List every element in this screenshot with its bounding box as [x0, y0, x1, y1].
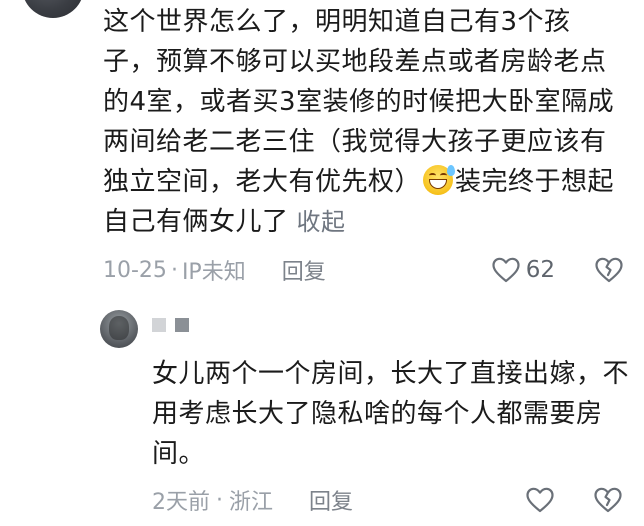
grinning-sweat-emoji-icon [423, 165, 456, 195]
collapse-link[interactable]: 收起 [297, 208, 346, 236]
reply-to-reply-button[interactable]: 回复 [309, 484, 353, 516]
broken-heart-icon [594, 487, 622, 513]
meta-separator: · [216, 487, 223, 513]
reply-button[interactable]: 回复 [282, 254, 326, 286]
comment-meta: 10-25 · IP未知 回复 62 [103, 250, 633, 290]
comment-body: 这个世界怎么了，明明知道自己有3个孩子，预算不够可以买地段差点或者房龄老点的4室… [103, 2, 623, 242]
reply-location: 浙江 [229, 490, 274, 515]
reply-date: 2天前 [152, 490, 210, 515]
heart-outline-icon [526, 487, 554, 513]
like-count: 62 [525, 257, 555, 283]
username-redacted-block [152, 318, 166, 332]
heart-outline-icon [492, 257, 520, 283]
dislike-button[interactable] [595, 257, 623, 283]
reply-meta: 2天前 · 浙江 回复 [152, 480, 632, 520]
comment-location: IP未知 [181, 260, 246, 285]
reply-dislike-button[interactable] [594, 487, 622, 513]
username-redacted-block [175, 318, 189, 332]
comment-date: 10-25 [103, 257, 167, 283]
replier-username[interactable] [152, 318, 189, 332]
replier-avatar[interactable] [100, 310, 138, 348]
broken-heart-icon [595, 257, 623, 283]
like-button[interactable]: 62 [492, 257, 555, 283]
meta-separator: · [170, 257, 178, 283]
reply-body: 女儿两个一个房间，长大了直接出嫁，不用考虑长大了隐私啥的每个人都需要房间。 [152, 359, 630, 469]
reply-like-button[interactable] [526, 487, 554, 513]
commenter-avatar[interactable] [22, 0, 84, 18]
